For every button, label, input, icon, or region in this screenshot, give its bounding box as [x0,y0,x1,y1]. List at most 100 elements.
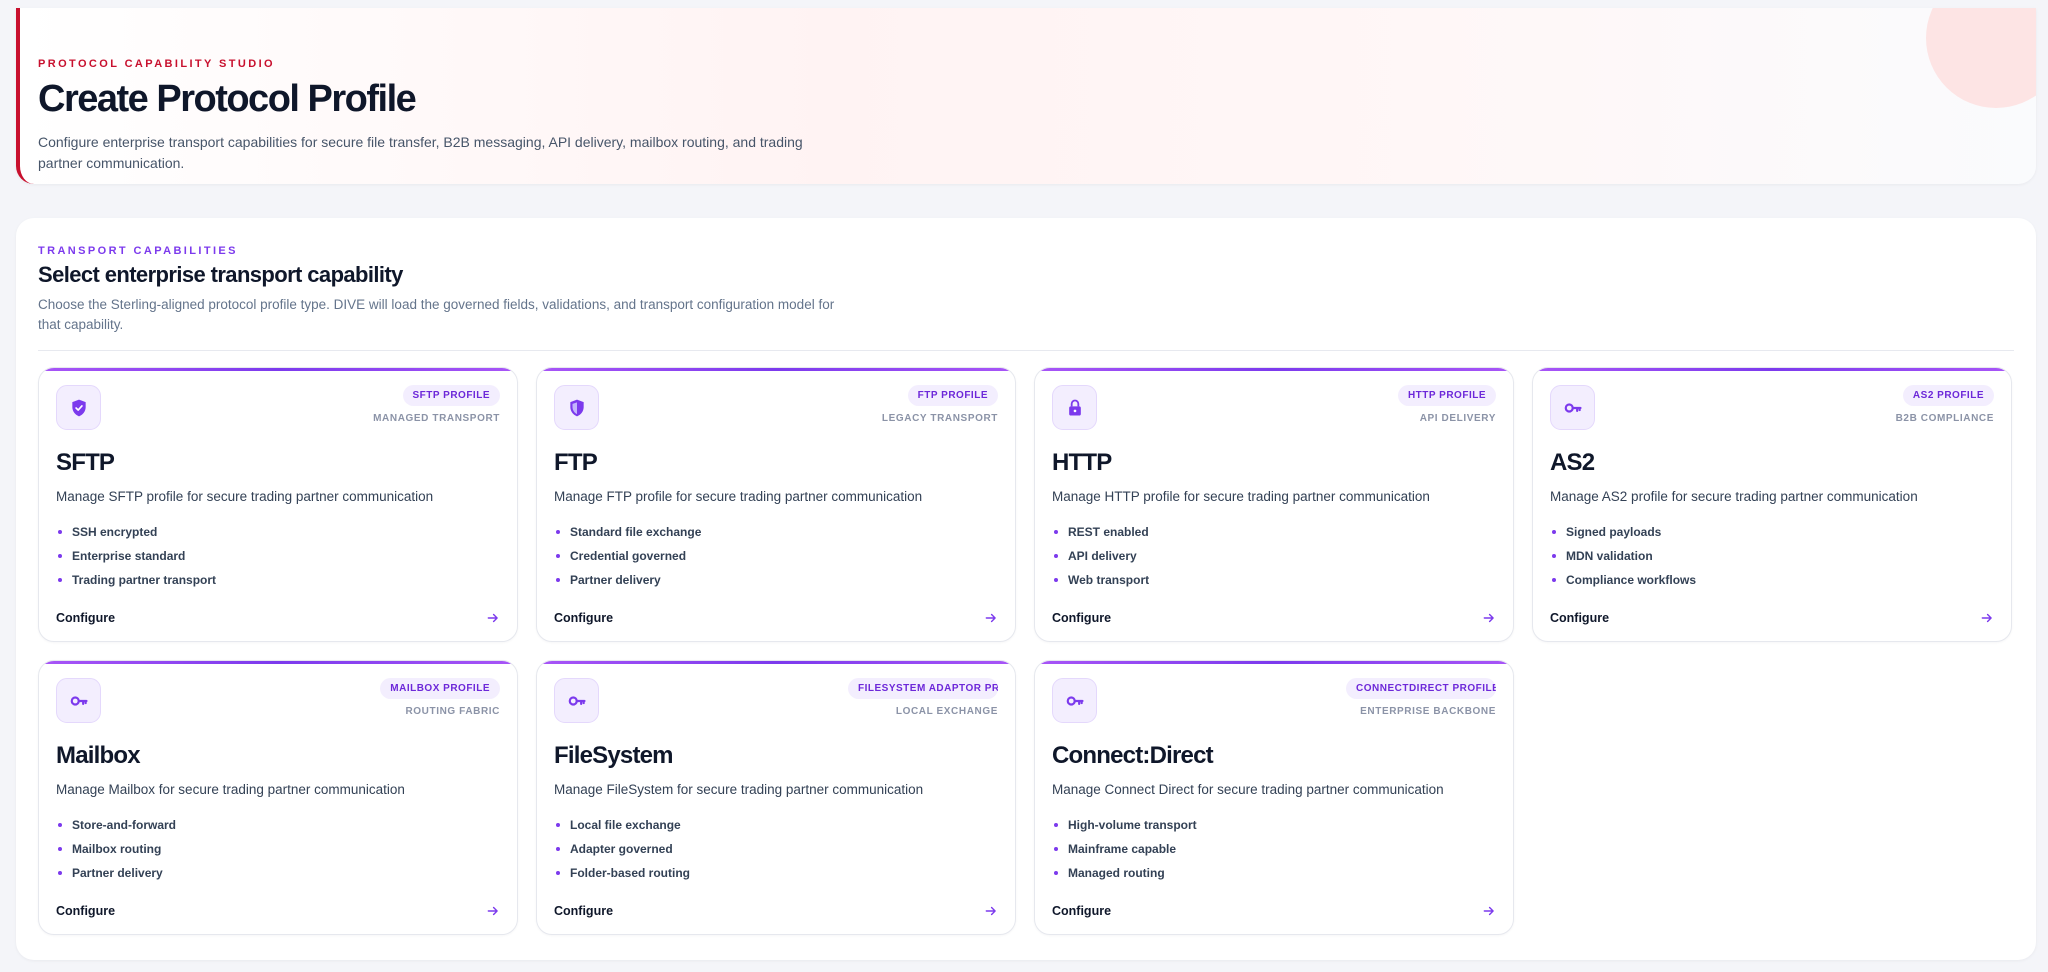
section-eyebrow: TRANSPORT CAPABILITIES [38,245,238,257]
capability-grid: SFTP PROFILE MANAGED TRANSPORT SFTP Mana… [38,367,2012,935]
feature-list: High-volume transport Mainframe capable … [1052,813,1197,885]
profile-tag: LEGACY TRANSPORT [881,413,998,424]
capability-card-sftp[interactable]: SFTP PROFILE MANAGED TRANSPORT SFTP Mana… [38,367,518,642]
feature-item: SSH encrypted [56,520,216,544]
feature-item: Mailbox routing [56,837,176,861]
page-subtitle: Configure enterprise transport capabilit… [38,134,803,171]
feature-item: High-volume transport [1052,813,1197,837]
profile-badge: SFTP PROFILE [402,385,500,406]
card-title: Mailbox [56,742,141,769]
configure-link[interactable]: Configure [554,611,613,625]
configure-link[interactable]: Configure [554,904,613,918]
section-title: Select enterprise transport capability [38,262,403,287]
key-icon [70,695,88,706]
arrow-right-icon[interactable] [486,904,500,918]
profile-badge: HTTP PROFILE [1397,385,1496,406]
feature-list: Standard file exchange Credential govern… [554,520,701,592]
card-title: AS2 [1550,449,1595,476]
configure-link[interactable]: Configure [56,904,115,918]
feature-list: Signed payloads MDN validation Complianc… [1550,520,1696,592]
feature-item: Compliance workflows [1550,568,1696,592]
arrow-right-icon[interactable] [1482,611,1496,625]
lock-icon [1068,399,1081,415]
arrow-right-icon[interactable] [486,611,500,625]
feature-item: Trading partner transport [56,568,216,592]
feature-item: Signed payloads [1550,520,1696,544]
arrow-right-icon[interactable] [984,904,998,918]
arrow-right-icon[interactable] [1980,611,1994,625]
capability-card-mailbox[interactable]: MAILBOX PROFILE ROUTING FABRIC Mailbox M… [38,660,518,935]
configure-link[interactable]: Configure [1550,611,1609,625]
feature-list: Local file exchange Adapter governed Fol… [554,813,690,885]
configure-link[interactable]: Configure [56,611,115,625]
feature-item: Credential governed [554,544,701,568]
card-description: Manage Connect Direct for secure trading… [1052,782,1444,797]
profile-badge: FTP PROFILE [907,385,998,406]
feature-list: SSH encrypted Enterprise standard Tradin… [56,520,216,592]
feature-item: Store-and-forward [56,813,176,837]
card-description: Manage SFTP profile for secure trading p… [56,489,434,504]
feature-item: Standard file exchange [554,520,701,544]
card-description: Manage HTTP profile for secure trading p… [1052,489,1430,504]
profile-tag: LOCAL EXCHANGE [895,706,998,717]
card-icon-box [554,678,599,723]
card-description: Manage Mailbox for secure trading partne… [56,782,405,797]
profile-badge: AS2 PROFILE [1902,385,1994,406]
capability-card-http[interactable]: HTTP PROFILE API DELIVERY HTTP Manage HT… [1034,367,1514,642]
arrow-right-icon[interactable] [984,611,998,625]
capability-card-as2[interactable]: AS2 PROFILE B2B COMPLIANCE AS2 Manage AS… [1532,367,2012,642]
profile-badge: FILESYSTEM ADAPTOR PR [848,678,998,699]
profile-tag: B2B COMPLIANCE [1895,413,1994,424]
card-title: FTP [554,449,598,476]
configure-link[interactable]: Configure [1052,904,1111,918]
section-divider [38,350,2014,351]
decorative-circle [1926,8,2036,108]
profile-tag: ENTERPRISE BACKBONE [1360,706,1496,717]
feature-item: Local file exchange [554,813,690,837]
profile-tag: ROUTING FABRIC [405,706,500,717]
profile-tag: MANAGED TRANSPORT [373,413,500,424]
feature-item: API delivery [1052,544,1149,568]
page-title: Create Protocol Profile [38,78,417,120]
feature-item: Web transport [1052,568,1149,592]
key-icon [1066,695,1084,706]
shield-check-icon [71,399,86,416]
feature-item: Partner delivery [56,861,176,885]
card-icon-box [56,678,101,723]
page-header: PROTOCOL CAPABILITY STUDIO Create Protoc… [16,8,2036,184]
configure-link[interactable]: Configure [1052,611,1111,625]
feature-item: Mainframe capable [1052,837,1197,861]
feature-item: Enterprise standard [56,544,216,568]
card-description: Manage FTP profile for secure trading pa… [554,489,923,504]
profile-badge: CONNECTDIRECT PROFILE [1346,678,1496,699]
feature-item: Adapter governed [554,837,690,861]
card-description: Manage FileSystem for secure trading par… [554,782,924,797]
arrow-right-icon[interactable] [1482,904,1496,918]
card-title: Connect:Direct [1052,742,1214,769]
card-title: FileSystem [554,742,674,769]
card-title: HTTP [1052,449,1112,476]
capability-card-ftp[interactable]: FTP PROFILE LEGACY TRANSPORT FTP Manage … [536,367,1016,642]
key-icon [1564,402,1582,413]
card-icon-box [1052,678,1097,723]
capability-panel: TRANSPORT CAPABILITIES Select enterprise… [16,218,2036,960]
feature-item: Folder-based routing [554,861,690,885]
feature-list: REST enabled API delivery Web transport [1052,520,1149,592]
feature-item: Partner delivery [554,568,701,592]
section-subtitle: Choose the Sterling-aligned protocol pro… [38,297,835,332]
feature-list: Store-and-forward Mailbox routing Partne… [56,813,176,885]
capability-card-connectdirect[interactable]: CONNECTDIRECT PROFILE ENTERPRISE BACKBON… [1034,660,1514,935]
card-icon-box [1052,385,1097,430]
card-icon-box [1550,385,1595,430]
card-icon-box [56,385,101,430]
card-icon-box [554,385,599,430]
profile-badge: MAILBOX PROFILE [380,678,500,699]
shield-half-icon [569,399,584,416]
capability-card-filesystem[interactable]: FILESYSTEM ADAPTOR PR LOCAL EXCHANGE Fil… [536,660,1016,935]
card-description: Manage AS2 profile for secure trading pa… [1550,489,1918,504]
key-icon [568,695,586,706]
feature-item: MDN validation [1550,544,1696,568]
header-eyebrow: PROTOCOL CAPABILITY STUDIO [38,58,275,70]
feature-item: REST enabled [1052,520,1149,544]
feature-item: Managed routing [1052,861,1197,885]
